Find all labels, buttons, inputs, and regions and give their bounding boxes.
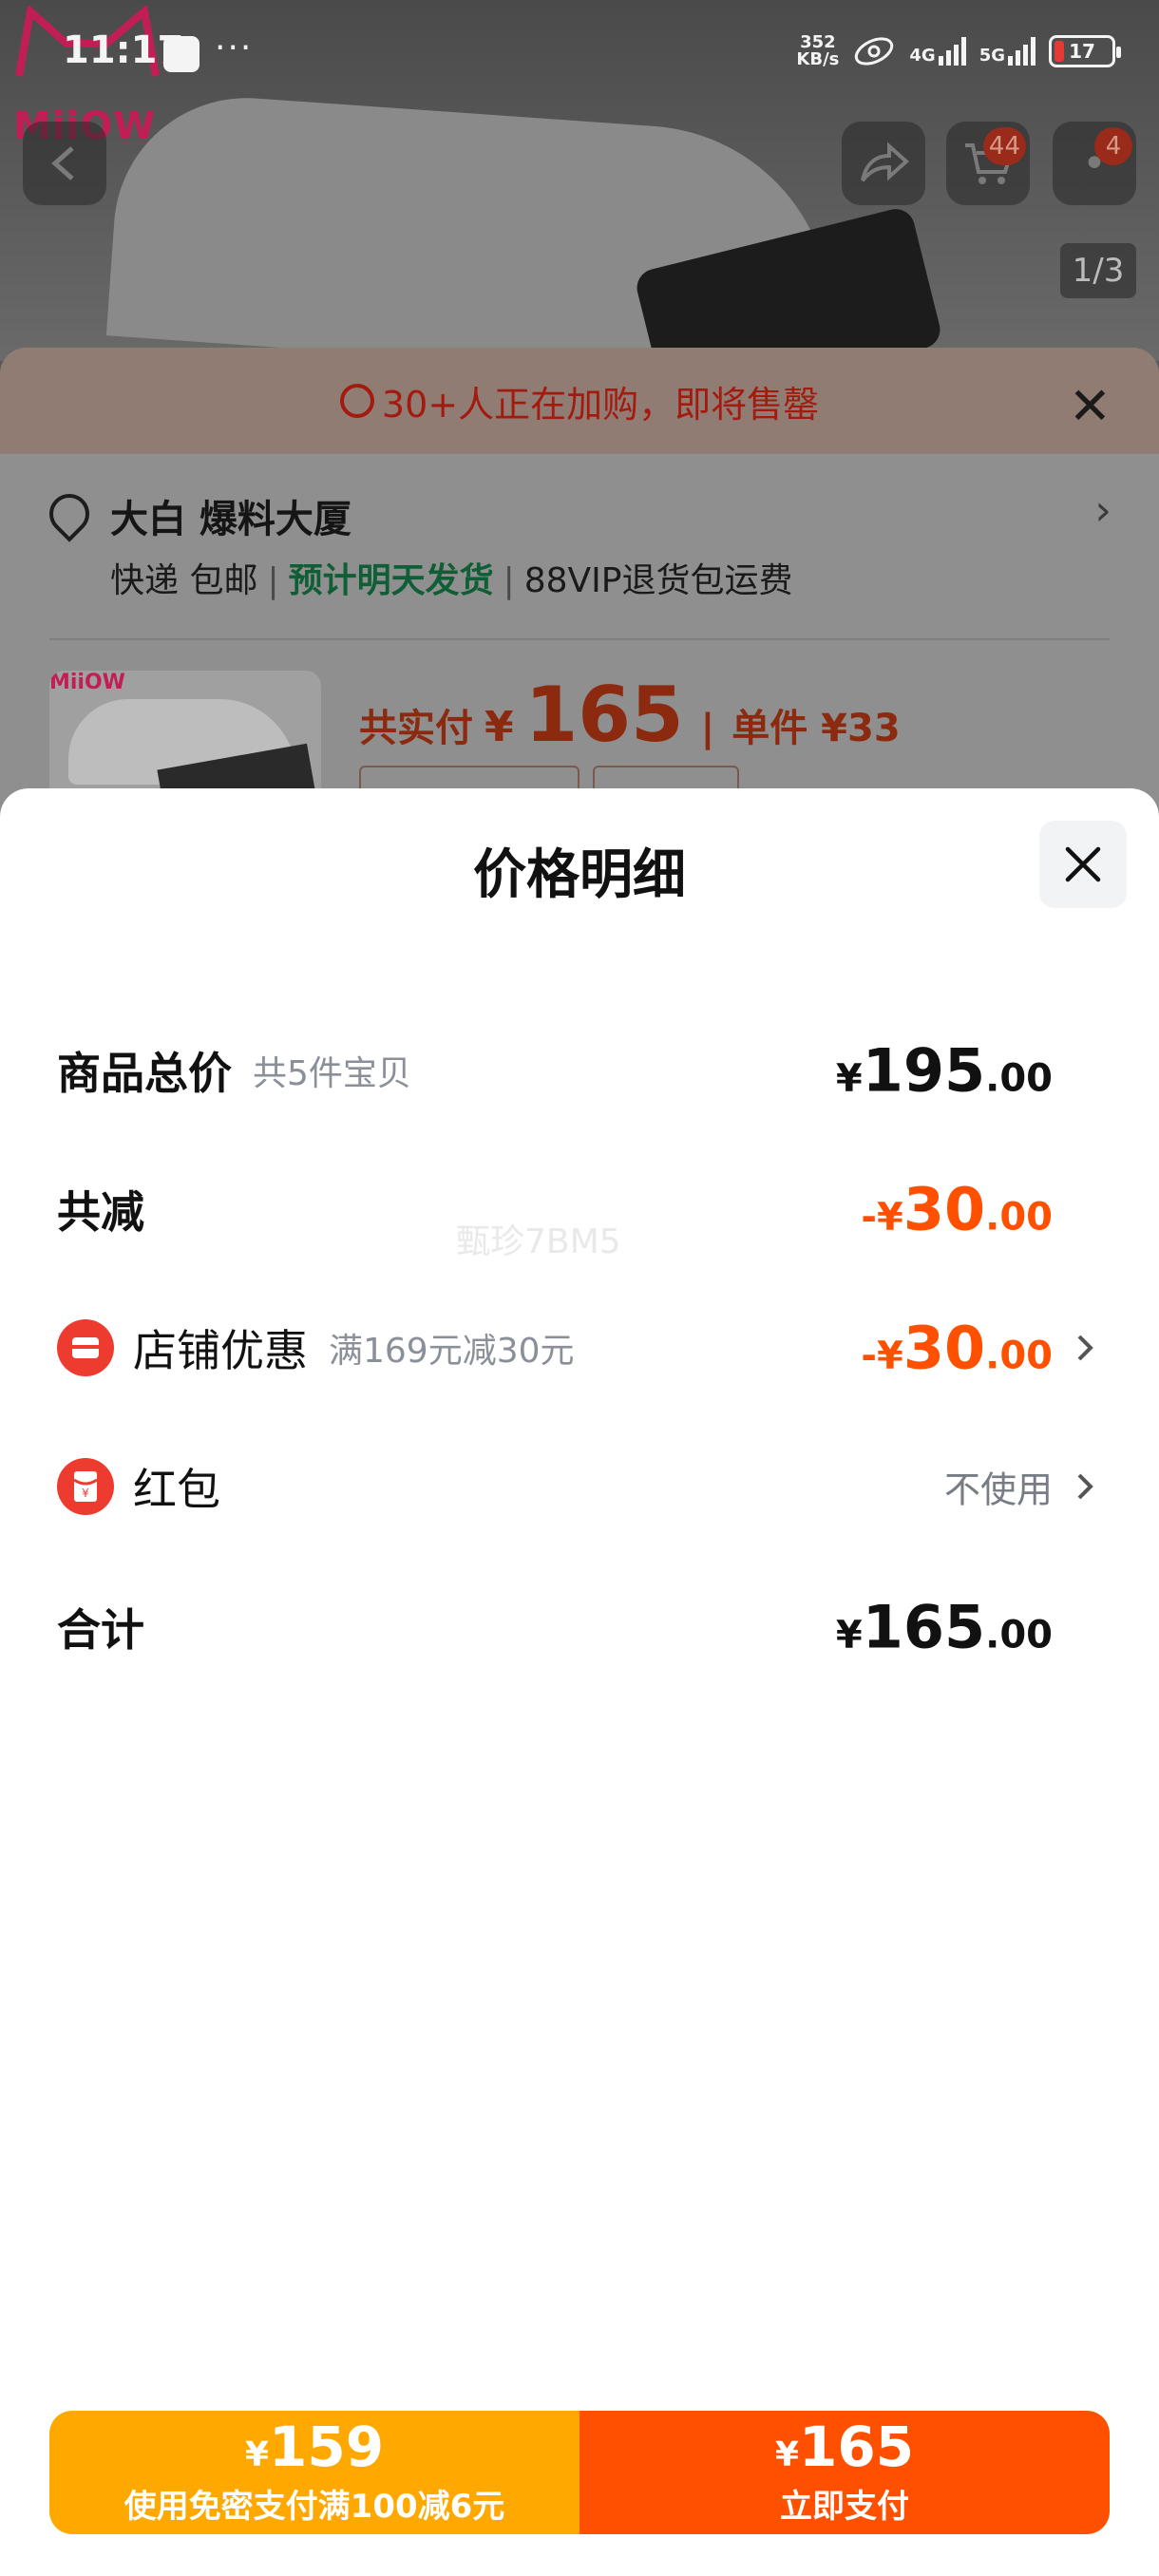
red-packet-icon: ¥ — [57, 1458, 114, 1515]
row-grand-total: 合计 ¥ 165 .00 — [57, 1584, 1102, 1670]
close-button[interactable] — [1039, 821, 1127, 908]
battery-icon: 17 — [1049, 35, 1121, 67]
urgency-text: 30+人正在加购，即将售罄 — [381, 383, 820, 426]
share-button[interactable] — [842, 122, 925, 205]
shipping-info: 快递 包邮 | 预计明天发货 | 88VIP退货包运费 — [110, 561, 793, 600]
reduction-label: 共减 — [57, 1186, 144, 1238]
row-store-discount[interactable]: 店铺优惠 满169元减30元 -¥ 30 .00 — [57, 1305, 1102, 1391]
row-red-packet[interactable]: ¥ 红包 不使用 — [57, 1444, 1102, 1529]
reduction-amount: -¥ 30 .00 — [861, 1174, 1053, 1244]
notification-app-icon — [163, 36, 200, 72]
order-summary-card: 30+人正在加购，即将售罄 ✕ 大白 爆料大厦 › 快递 包邮 | 预计明天发货 | 8… — [0, 348, 1159, 842]
store-icon — [57, 1319, 114, 1376]
location-pin-icon — [41, 485, 98, 542]
goods-total-amount: ¥ 195 .00 — [835, 1035, 1053, 1106]
price-detail-sheet: 价格明细 商品总价 共5件宝贝 ¥ 195 .00 共减 -¥ 30 .00 甄… — [0, 788, 1159, 2576]
payment-bar: ¥ 159 使用免密支付满100减6元 ¥ 165 立即支付 — [49, 2411, 1110, 2534]
cart-button[interactable]: 44 — [946, 122, 1030, 205]
signal-5g-icon: 5G — [979, 37, 1036, 66]
password-free-pay-button[interactable]: ¥ 159 使用免密支付满100减6元 — [49, 2411, 580, 2534]
image-pager: 1/3 — [1060, 243, 1136, 298]
password-free-pay-amount: ¥ 159 — [244, 2414, 385, 2479]
hd-call-icon — [855, 37, 894, 66]
store-discount-amount: -¥ 30 .00 — [861, 1313, 1053, 1383]
password-free-pay-label: 使用免密支付满100减6元 — [124, 2487, 505, 2526]
more-notifications-icon: ··· — [215, 28, 254, 67]
watermark: 甄珍7BM5 — [456, 1222, 621, 1261]
alarm-clock-icon — [339, 384, 374, 418]
close-icon — [1065, 846, 1101, 882]
actual-payment: 共实付 ¥ 165 | 单件 ¥33 — [359, 671, 901, 759]
status-bar: 11:17 ··· 352 KB/s 4G 5G 17 — [0, 0, 1159, 101]
thumbnail-logo: MiiOW — [49, 671, 125, 694]
grand-total-amount: ¥ 165 .00 — [835, 1592, 1053, 1662]
red-packet-label: ¥ 红包 — [57, 1455, 220, 1518]
item-count: 共5件宝贝 — [253, 1054, 411, 1093]
close-icon[interactable]: ✕ — [1069, 376, 1112, 436]
chevron-left-icon — [51, 146, 74, 180]
urgency-banner: 30+人正在加购，即将售罄 ✕ — [0, 348, 1159, 454]
message-count-badge: 4 — [1094, 127, 1132, 165]
chevron-right-icon: › — [1094, 486, 1112, 535]
store-discount-label: 店铺优惠 满169元减30元 — [57, 1316, 575, 1379]
grand-total-label: 合计 — [57, 1604, 144, 1656]
chevron-right-icon — [1077, 1473, 1093, 1500]
red-packet-action: 不使用 — [943, 1468, 1053, 1511]
row-goods-total: 商品总价 共5件宝贝 ¥ 195 .00 — [57, 1028, 1102, 1113]
status-indicators: 352 KB/s 4G 5G 17 — [796, 32, 1121, 69]
pay-now-amount: ¥ 165 — [774, 2414, 915, 2479]
address-section[interactable]: 大白 爆料大厦 › 快递 包邮 | 预计明天发货 | 88VIP退货包运费 — [0, 454, 1159, 616]
divider — [49, 638, 1110, 640]
svg-text:¥: ¥ — [82, 1487, 89, 1500]
store-discount-rule: 满169元减30元 — [329, 1332, 575, 1371]
more-button[interactable]: • 4 — [1053, 122, 1136, 205]
back-button[interactable] — [23, 122, 106, 205]
chevron-right-icon — [1077, 1335, 1093, 1361]
sheet-title: 价格明细 — [473, 844, 686, 906]
goods-total-label: 商品总价 共5件宝贝 — [57, 1048, 411, 1099]
pay-now-label: 立即支付 — [780, 2487, 909, 2526]
pay-now-button[interactable]: ¥ 165 立即支付 — [580, 2411, 1110, 2534]
network-speed: 352 KB/s — [796, 32, 840, 69]
signal-4g-icon: 4G — [909, 37, 966, 66]
cart-count-badge: 44 — [982, 127, 1026, 165]
address-name: 大白 爆料大厦 — [110, 498, 352, 541]
share-icon — [861, 142, 910, 182]
